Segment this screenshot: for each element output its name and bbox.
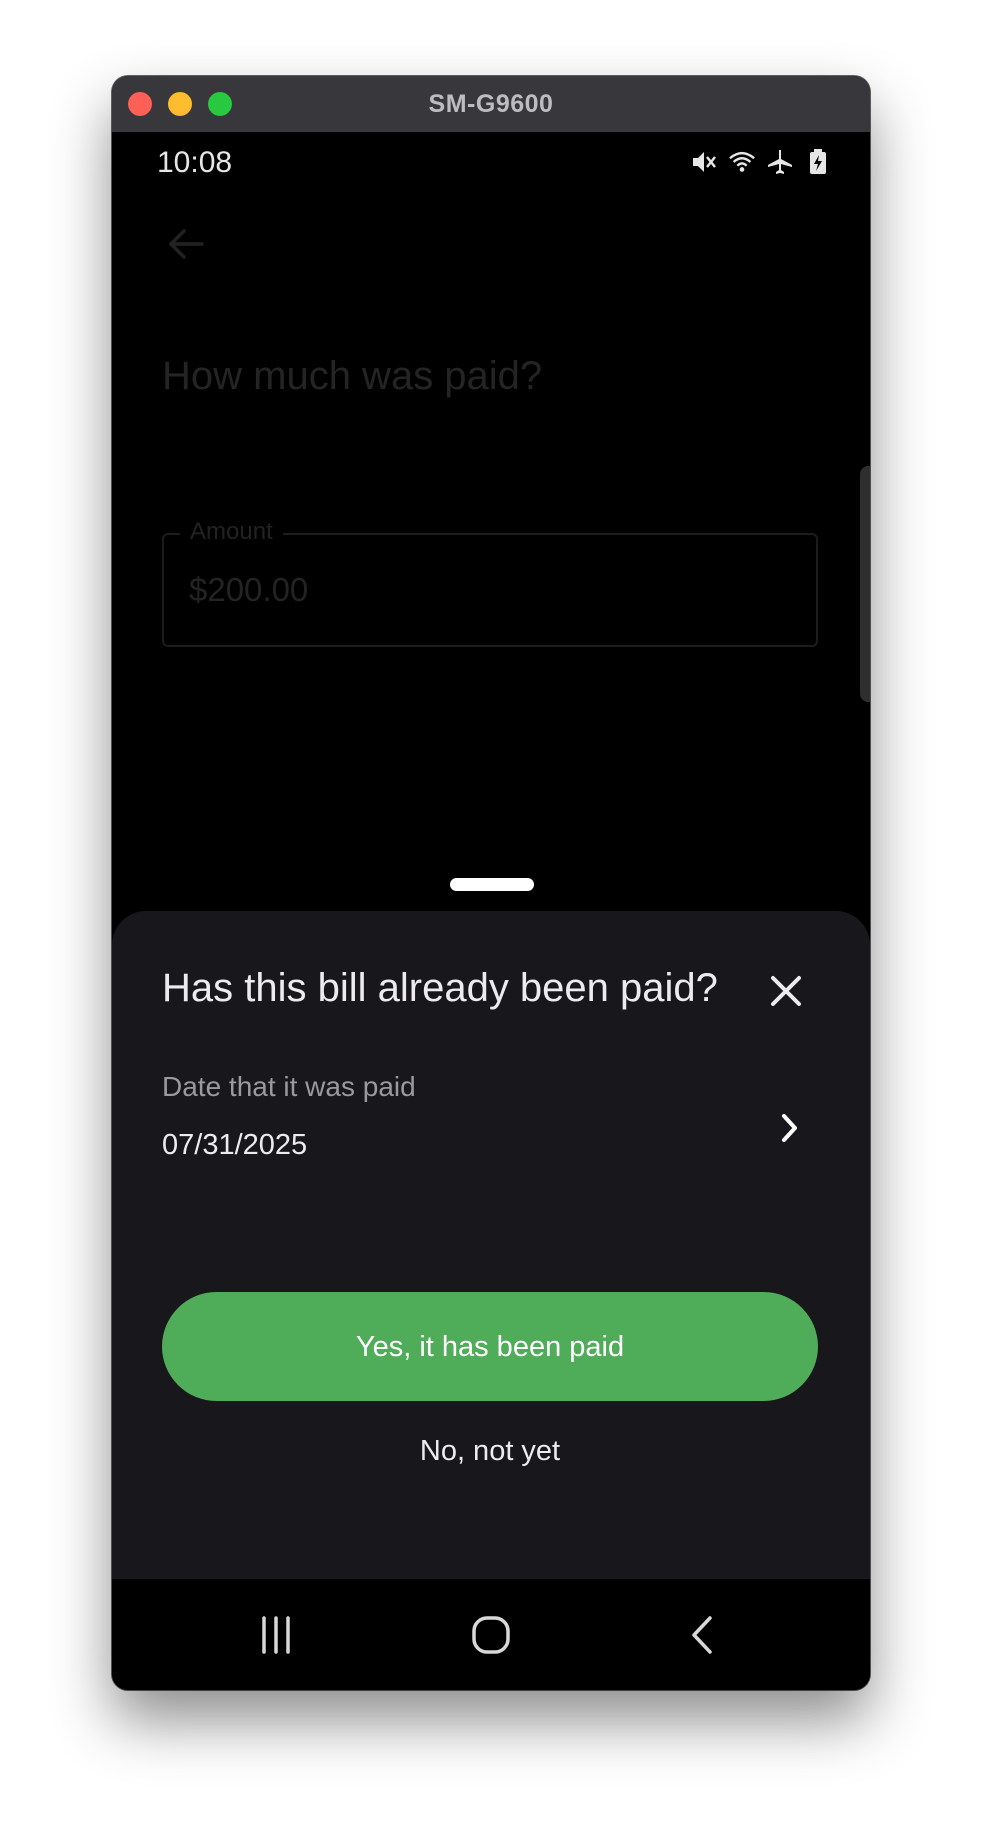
- page-title: How much was paid?: [162, 354, 543, 398]
- date-label: Date that it was paid: [162, 1071, 416, 1102]
- amount-value: $200.00: [189, 571, 309, 608]
- date-value: 07/31/2025: [162, 1129, 308, 1161]
- canvas: SM-G9600 10:08 How much was paid? Amount…: [0, 0, 982, 1838]
- chevron-right-icon: [774, 1111, 804, 1145]
- yes-paid-button[interactable]: Yes, it has been paid: [162, 1292, 818, 1401]
- phone-screen: 10:08 How much was paid? Amount $200.00 …: [112, 132, 870, 1690]
- scrollbar-thumb[interactable]: [860, 466, 870, 702]
- back-icon[interactable]: [676, 1607, 732, 1663]
- window-titlebar: SM-G9600: [112, 76, 870, 133]
- amount-field[interactable]: Amount $200.00: [162, 518, 818, 647]
- bottom-sheet: Has this bill already been paid? Date th…: [112, 911, 870, 1579]
- home-icon[interactable]: [463, 1607, 519, 1663]
- navigation-bar: [112, 1579, 870, 1690]
- sheet-drag-handle[interactable]: [450, 878, 534, 891]
- not-yet-button[interactable]: No, not yet: [162, 1421, 818, 1481]
- close-icon[interactable]: [766, 971, 806, 1011]
- window-title: SM-G9600: [428, 90, 554, 118]
- back-arrow-icon[interactable]: [164, 222, 208, 266]
- sheet-title: Has this bill already been paid?: [162, 966, 718, 1010]
- date-paid-row[interactable]: Date that it was paid 07/31/2025: [112, 1061, 870, 1171]
- background-page: How much was paid? Amount $200.00: [112, 132, 870, 1032]
- amount-label: Amount: [180, 518, 283, 546]
- device-window: SM-G9600 10:08 How much was paid? Amount…: [112, 76, 870, 1690]
- recents-icon[interactable]: [248, 1607, 304, 1663]
